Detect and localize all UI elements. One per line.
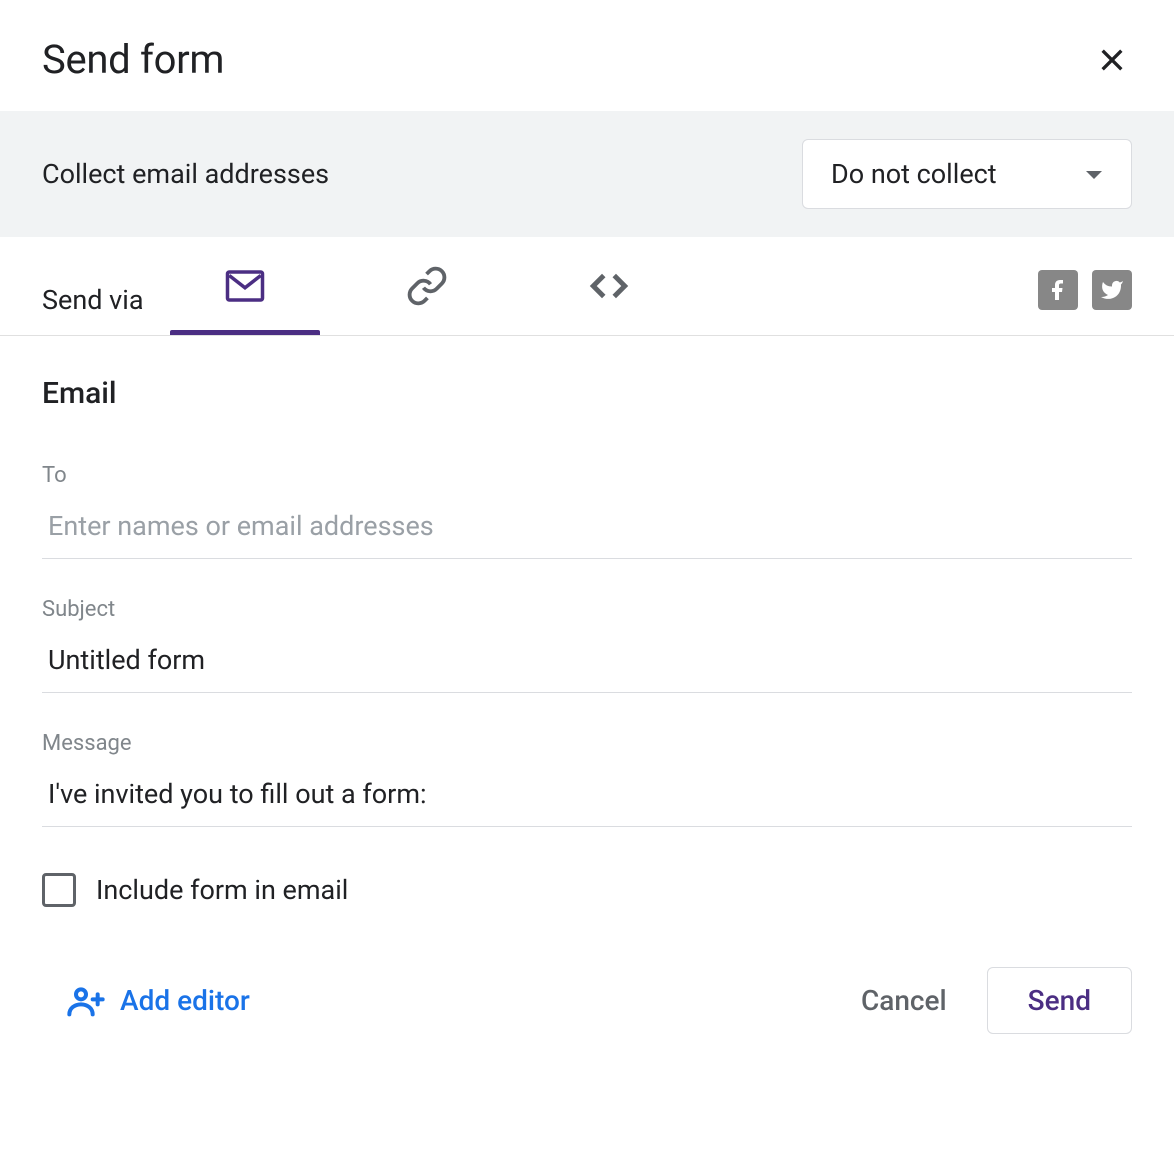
message-label: Message	[42, 731, 1132, 756]
to-label: To	[42, 463, 1132, 488]
tab-embed[interactable]	[574, 265, 644, 335]
send-via-label: Send via	[42, 284, 144, 316]
chevron-down-icon	[1085, 165, 1103, 184]
collect-email-bar: Collect email addresses Do not collect	[0, 111, 1174, 237]
tab-email[interactable]	[210, 265, 280, 335]
close-button[interactable]	[1092, 40, 1132, 80]
close-icon	[1096, 44, 1128, 76]
tab-link[interactable]	[392, 265, 462, 335]
code-icon	[588, 265, 630, 307]
subject-input[interactable]	[42, 636, 1132, 693]
facebook-icon	[1046, 278, 1070, 302]
add-editor-button[interactable]: Add editor	[42, 981, 250, 1021]
include-form-row: Include form in email	[42, 873, 1132, 907]
collect-email-label: Collect email addresses	[42, 158, 329, 190]
message-input[interactable]	[42, 770, 1132, 827]
twitter-icon	[1100, 278, 1124, 302]
dropdown-selected: Do not collect	[831, 158, 997, 190]
include-form-label: Include form in email	[96, 874, 348, 906]
email-icon	[224, 265, 266, 307]
twitter-share-button[interactable]	[1092, 270, 1132, 310]
send-button[interactable]: Send	[987, 967, 1132, 1034]
subject-label: Subject	[42, 597, 1132, 622]
link-icon	[406, 265, 448, 307]
email-section: Email To Subject Message Include form in…	[0, 336, 1174, 907]
person-add-icon	[66, 981, 106, 1021]
collect-email-dropdown[interactable]: Do not collect	[802, 139, 1132, 209]
dialog-footer: Add editor Cancel Send	[0, 907, 1174, 1074]
to-input[interactable]	[42, 502, 1132, 559]
add-editor-label: Add editor	[120, 984, 250, 1017]
email-section-title: Email	[42, 376, 1132, 411]
dialog-title: Send form	[42, 36, 224, 83]
dialog-header: Send form	[0, 0, 1174, 111]
cancel-button[interactable]: Cancel	[851, 970, 957, 1031]
send-via-tabs: Send via	[0, 237, 1174, 336]
include-form-checkbox[interactable]	[42, 873, 76, 907]
facebook-share-button[interactable]	[1038, 270, 1078, 310]
